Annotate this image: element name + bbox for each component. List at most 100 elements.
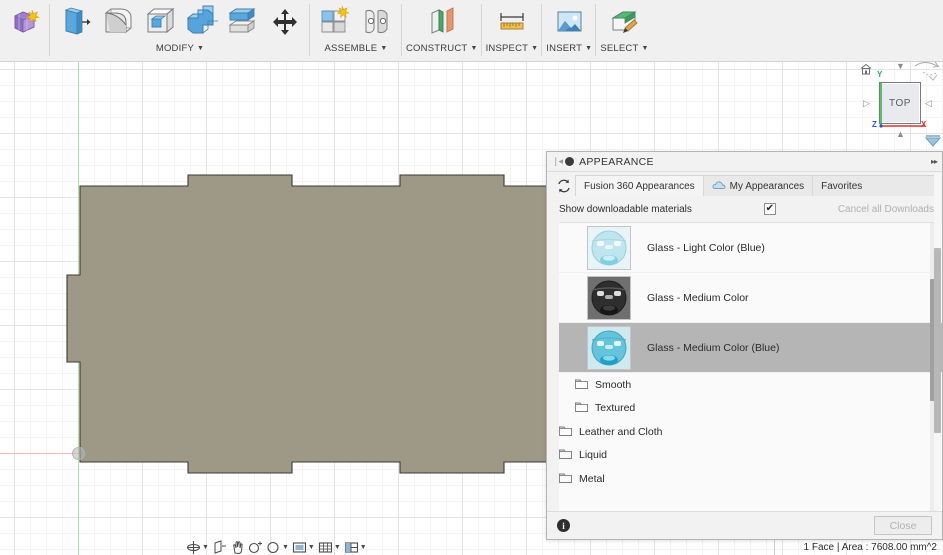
chevron-down-icon: ▼ [333, 544, 341, 551]
expand-right-icon[interactable]: ▸▸ [931, 157, 938, 166]
viewcube-arrow-down[interactable]: ▲ [896, 130, 905, 139]
folder-row-liquid[interactable]: Liquid [559, 444, 942, 468]
close-button[interactable]: Close [874, 516, 932, 535]
folder-icon [559, 446, 572, 464]
panel-scrollbar-thumb[interactable] [934, 248, 941, 433]
toolbar-group-select: SELECT ▼ [596, 0, 652, 62]
panel-scrollbar[interactable] [934, 173, 941, 510]
toolbar-label-text: ASSEMBLE [324, 43, 378, 54]
downloadable-checkbox[interactable]: ✔ [763, 203, 776, 215]
toolbar-label-text: SELECT [600, 43, 639, 54]
insert-image-icon[interactable] [551, 1, 587, 43]
chevron-down-icon: ▼ [585, 45, 593, 52]
chevron-down-icon: ▼ [307, 544, 315, 551]
axis-tripod [879, 82, 925, 128]
folder-icon [559, 423, 572, 441]
chevron-down-icon: ▼ [281, 544, 289, 551]
measure-icon[interactable] [494, 1, 530, 43]
toolbar-label-text: MODIFY [155, 43, 194, 54]
viewcube-arrow-up[interactable]: ▼ [896, 62, 905, 71]
tab-my-appearances[interactable]: My Appearances [704, 176, 814, 196]
glass-medium-blue-swatch [587, 325, 631, 370]
home-icon[interactable] [859, 62, 873, 76]
main-toolbar: MODIFY ▼ ASSEMBLE ▼ CONSTRUCT ▼ INSPECT … [0, 0, 943, 62]
panel-title: APPEARANCE [579, 155, 654, 168]
appearance-panel: ❘◂ APPEARANCE ▸▸ Fusion 360 Appearances … [546, 151, 943, 540]
folder-row-textured[interactable]: Textured [559, 397, 942, 421]
toolbar-label-text: INSERT [546, 43, 583, 54]
folder-label: Metal [579, 472, 605, 485]
folder-label: Liquid [579, 449, 608, 462]
folder-label: Leather and Cloth [579, 425, 663, 438]
status-bar: 1 Face | Area : 7608.00 mm^2 [804, 540, 943, 555]
material-row[interactable]: Glass - Medium Color (Blue) [559, 323, 942, 373]
tab-favorites[interactable]: Favorites [813, 176, 870, 196]
shell-icon[interactable] [138, 1, 180, 43]
orbit-icon[interactable]: ▼ [186, 540, 209, 555]
fusion360-window: MODIFY ▼ ASSEMBLE ▼ CONSTRUCT ▼ INSPECT … [0, 0, 943, 555]
toolbar-group-create [0, 0, 50, 62]
toolbar-group-label-inspect[interactable]: INSPECT ▼ [486, 44, 539, 54]
toolbar-group-label-construct[interactable]: CONSTRUCT ▼ [406, 44, 478, 54]
cloud-icon [712, 180, 726, 193]
folder-row-leather-and-cloth[interactable]: Leather and Cloth [559, 420, 942, 444]
chevron-down-icon: ▼ [470, 45, 478, 52]
fillet-icon[interactable] [96, 1, 138, 43]
material-row[interactable]: Glass - Light Color (Blue) [559, 223, 942, 273]
panel-footer: i Close [547, 511, 942, 539]
tabstrip: Fusion 360 Appearances My Appearances Fa… [575, 175, 938, 196]
tab-fusion-360-appearances[interactable]: Fusion 360 Appearances [576, 176, 704, 196]
navigation-bar: ▼ ▼ ▼ ▼ ▼ [186, 540, 367, 555]
tab-label: Fusion 360 Appearances [584, 180, 695, 192]
viewports-icon[interactable]: ▼ [344, 540, 367, 555]
folder-label: Smooth [595, 378, 632, 391]
refresh-icon[interactable] [553, 175, 575, 196]
combine-icon[interactable] [180, 1, 222, 43]
zoom-icon[interactable] [248, 540, 263, 555]
create-form-button[interactable] [4, 1, 46, 43]
material-name: Glass - Light Color (Blue) [647, 241, 765, 254]
folder-icon [559, 470, 572, 488]
folder-row-smooth[interactable]: Smooth [559, 373, 942, 397]
joint-icon[interactable] [356, 1, 398, 43]
folder-icon [575, 376, 588, 394]
move-copy-icon[interactable] [264, 1, 306, 43]
material-row[interactable]: Glass - Medium Color [559, 273, 942, 323]
info-glyph: i [562, 520, 565, 531]
new-component-icon[interactable] [314, 1, 356, 43]
material-list[interactable]: Glass - Light Color (Blue) Glass - Mediu… [559, 222, 942, 511]
split-face-icon[interactable] [222, 1, 264, 43]
panel-header[interactable]: ❘◂ APPEARANCE ▸▸ [547, 152, 942, 172]
toolbar-label-text: INSPECT [485, 43, 529, 54]
press-pull-icon[interactable] [54, 1, 96, 43]
pan-icon[interactable] [230, 540, 245, 555]
folder-row-metal[interactable]: Metal [559, 467, 942, 491]
toolbar-group-construct: CONSTRUCT ▼ [402, 0, 482, 62]
fit-icon[interactable]: ▼ [266, 540, 289, 555]
grip-handle-icon[interactable]: ❘◂ [552, 156, 563, 167]
toolbar-group-label-select[interactable]: SELECT ▼ [600, 44, 648, 54]
selection-info-text: 1 Face | Area : 7608.00 mm^2 [803, 542, 937, 553]
chevron-down-icon: ▼ [202, 544, 209, 551]
checkmark-icon: ✔ [765, 203, 775, 214]
viewcube-arrow-left[interactable]: ▷ [863, 99, 870, 108]
toolbar-group-label-modify[interactable]: MODIFY ▼ [156, 44, 204, 54]
select-paint-icon[interactable] [606, 1, 642, 43]
grid-snap-icon[interactable]: ▼ [318, 540, 341, 555]
display-settings-icon[interactable]: ▼ [292, 540, 315, 555]
look-at-icon[interactable] [212, 540, 227, 555]
toolbar-group-label-insert[interactable]: INSERT ▼ [546, 44, 592, 54]
collapse-dot-icon[interactable] [565, 157, 575, 166]
panel-body: Fusion 360 Appearances My Appearances Fa… [547, 172, 942, 511]
folder-label: Textured [595, 402, 636, 415]
chevron-down-icon: ▼ [641, 45, 649, 52]
cancel-all-downloads-button[interactable]: Cancel all Downloads [838, 204, 934, 215]
info-icon[interactable]: i [557, 519, 570, 532]
offset-plane-icon[interactable] [424, 1, 460, 43]
origin-point[interactable] [72, 447, 85, 460]
view-cube[interactable]: ▼ ▲ ▷ ◁ TOP Y Z X [855, 58, 943, 150]
toolbar-group-label-assemble[interactable]: ASSEMBLE ▼ [325, 44, 388, 54]
folder-icon [575, 399, 588, 417]
material-list-inner: Glass - Light Color (Blue) Glass - Mediu… [559, 223, 942, 511]
downloadable-label: Show downloadable materials [559, 203, 692, 215]
